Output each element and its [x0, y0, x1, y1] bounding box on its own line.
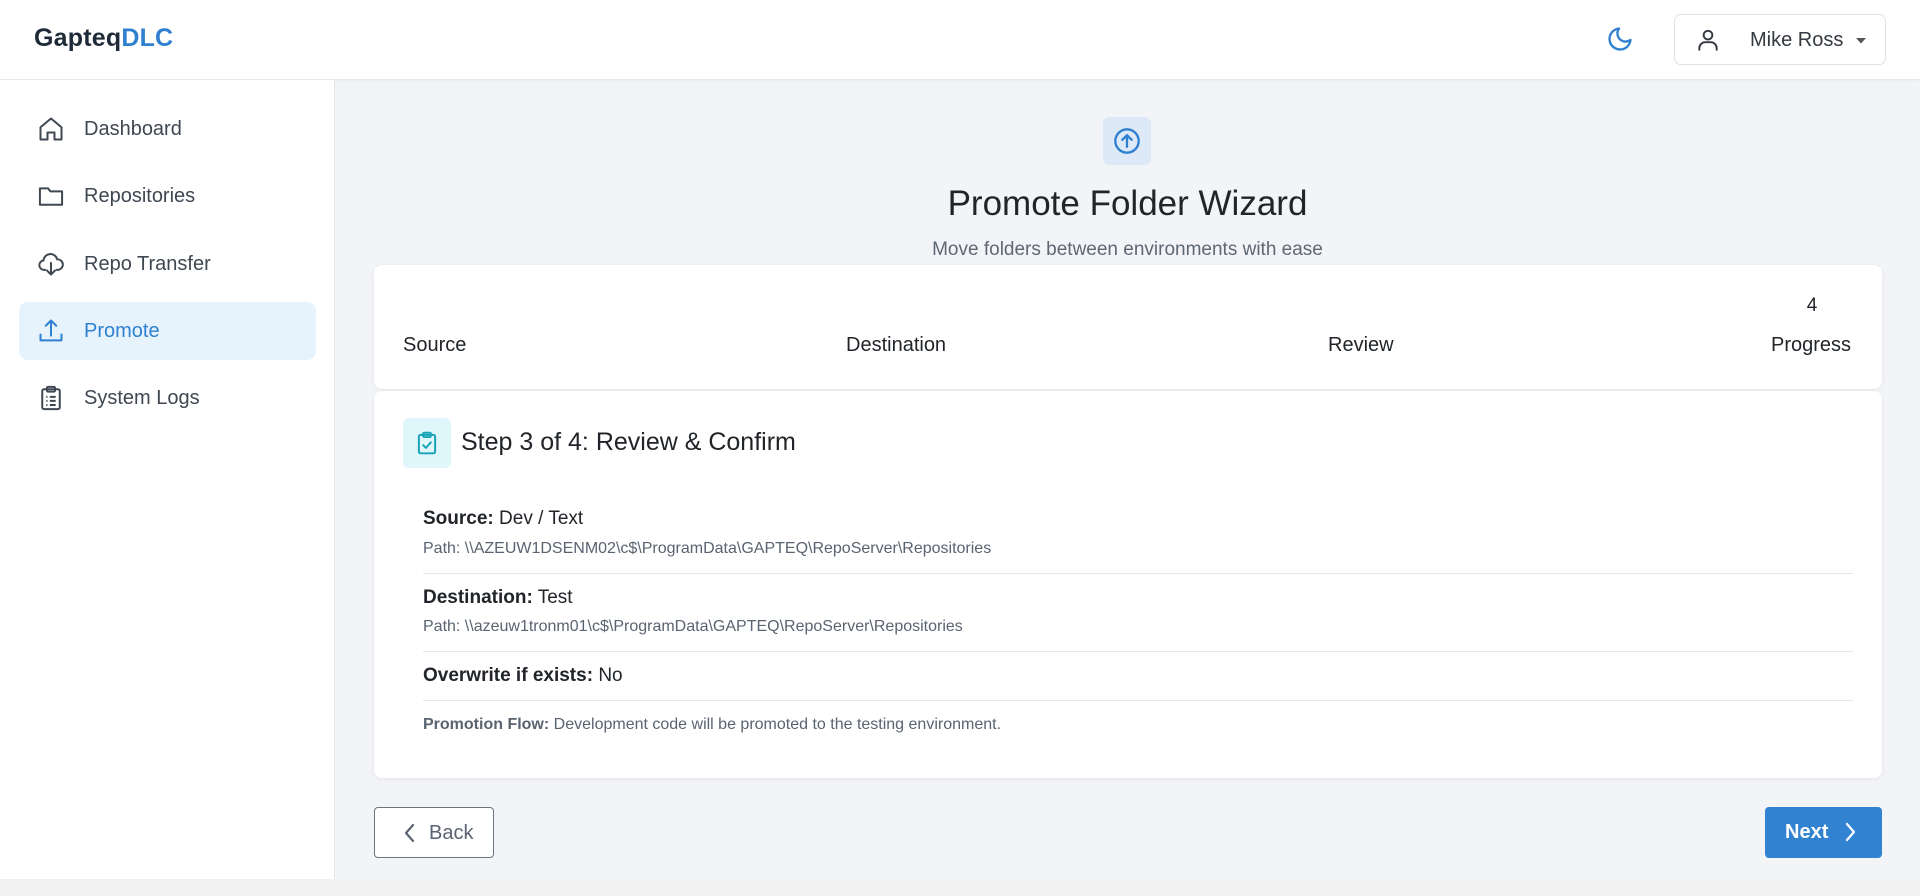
promotion-flow-note: Promotion Flow: Development code will be…: [423, 716, 1001, 734]
overwrite-label: Overwrite if exists:: [423, 665, 594, 686]
divider: [423, 700, 1853, 701]
source-value: Dev / Text: [499, 508, 584, 529]
caret-down-icon: [1856, 38, 1866, 44]
divider: [423, 651, 1853, 652]
user-icon: [1698, 29, 1718, 51]
upload-icon: [39, 319, 63, 342]
next-button[interactable]: Next: [1765, 807, 1882, 858]
user-name: Mike Ross: [1750, 29, 1844, 51]
app-brand[interactable]: GapteqDLC: [34, 24, 173, 53]
wizard-header-icon: [1103, 117, 1151, 165]
clipboard-check-icon: [417, 431, 437, 455]
sidebar-item-repositories[interactable]: Repositories: [19, 167, 316, 225]
sidebar-item-system-logs[interactable]: System Logs: [19, 369, 316, 427]
cloud-download-icon: [38, 253, 64, 276]
theme-toggle-button[interactable]: [1604, 22, 1636, 56]
step-progress-number: 4: [1806, 295, 1818, 316]
chevron-right-icon: [1845, 822, 1856, 842]
sidebar-item-label: Repo Transfer: [84, 253, 211, 275]
brand-accent: DLC: [121, 24, 174, 52]
folder-icon: [38, 187, 64, 206]
back-label: Back: [429, 822, 474, 844]
arrow-up-circle-icon: [1114, 128, 1140, 154]
chevron-left-icon: [404, 823, 415, 843]
sidebar: Dashboard Repositories Repo Transfer Pro…: [0, 80, 335, 879]
brand-name: Gapteq: [34, 24, 122, 52]
review-overwrite: Overwrite if exists: No: [423, 665, 623, 687]
step-title: Step 3 of 4: Review & Confirm: [461, 428, 796, 456]
back-button[interactable]: Back: [374, 807, 494, 858]
moon-icon: [1608, 27, 1632, 51]
step-source: Source: [403, 334, 467, 356]
sidebar-item-dashboard[interactable]: Dashboard: [19, 100, 316, 158]
step-review: Review: [1328, 334, 1394, 356]
next-label: Next: [1785, 821, 1829, 843]
sidebar-item-label: Promote: [84, 320, 160, 342]
step-destination: Destination: [846, 334, 947, 356]
source-label: Source:: [423, 508, 494, 529]
flow-text: Development code will be promoted to the…: [553, 716, 1002, 733]
step-progress: Progress: [1771, 334, 1852, 356]
home-icon: [39, 117, 63, 141]
source-path: Path: \\AZEUW1DSENM02\c$\ProgramData\GAP…: [423, 540, 992, 557]
sidebar-item-promote[interactable]: Promote: [19, 302, 316, 360]
top-bar: GapteqDLC Mike Ross: [0, 0, 1920, 80]
user-menu-button[interactable]: Mike Ross: [1674, 14, 1886, 65]
sidebar-item-label: Dashboard: [84, 118, 182, 140]
destination-value: Test: [537, 587, 573, 608]
sidebar-item-label: Repositories: [84, 185, 196, 207]
wizard-steps-card: [374, 265, 1882, 389]
review-source: Source: Dev / Text: [423, 508, 583, 530]
overwrite-value: No: [598, 665, 623, 686]
step-icon: [403, 418, 451, 468]
sidebar-item-label: System Logs: [84, 387, 200, 409]
clipboard-icon: [41, 385, 61, 411]
review-destination: Destination: Test: [423, 587, 573, 609]
window-bottom-strip: [0, 879, 1920, 896]
page-subtitle: Move folders between environments with e…: [932, 239, 1323, 260]
sidebar-item-repo-transfer[interactable]: Repo Transfer: [19, 235, 316, 293]
flow-label: Promotion Flow:: [423, 716, 550, 733]
destination-label: Destination:: [423, 587, 533, 608]
divider: [423, 573, 1853, 574]
destination-path: Path: \\azeuw1tronm01\c$\ProgramData\GAP…: [423, 618, 963, 635]
page-title: Promote Folder Wizard: [947, 184, 1308, 223]
